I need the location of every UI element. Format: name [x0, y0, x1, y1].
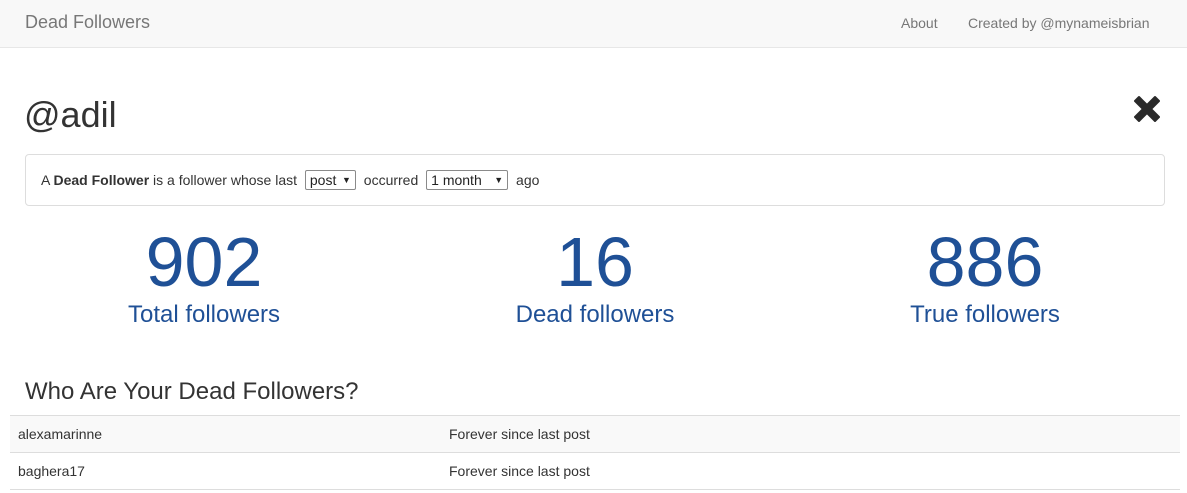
stat-true-value: 886: [926, 223, 1044, 301]
stat-total-value: 902: [145, 223, 263, 301]
definition-suffix: ago: [512, 172, 540, 188]
definition-term: Dead Follower: [53, 172, 150, 188]
table-row: alexamarinne Forever since last post: [10, 415, 1180, 453]
stat-dead-value: 16: [556, 223, 634, 301]
activity-select[interactable]: post ▼: [304, 170, 356, 190]
definition-prefix: A: [41, 172, 54, 188]
table-row: baghera17 Forever since last post: [10, 452, 1180, 490]
stat-dead-followers: 16 Dead followers: [405, 222, 785, 330]
stat-total-label: Total followers: [127, 301, 281, 328]
period-select[interactable]: 1 month ▼: [426, 170, 509, 190]
dead-followers-heading: Who Are Your Dead Followers?: [25, 378, 359, 405]
navbar: Dead Followers About Created by @mynamei…: [0, 0, 1187, 48]
chevron-down-icon: ▼: [494, 175, 504, 185]
stat-dead-label: Dead followers: [515, 301, 675, 328]
stat-total-followers: 902 Total followers: [14, 222, 394, 330]
definition-panel: A Dead Follower is a follower whose last…: [25, 154, 1165, 206]
page-title: @adil: [24, 94, 117, 135]
period-select-value: 1 month: [431, 172, 482, 188]
close-x-icon[interactable]: [1130, 92, 1164, 126]
nav-created-by-link[interactable]: Created by @mynameisbrian: [968, 14, 1150, 32]
chevron-down-icon: ▼: [341, 175, 351, 185]
follower-username: baghera17: [10, 452, 441, 490]
definition-occurred: occurred: [359, 172, 423, 188]
dead-followers-table: alexamarinne Forever since last post bag…: [10, 415, 1180, 490]
stat-true-label: True followers: [910, 301, 1060, 328]
stat-true-followers: 886 True followers: [795, 222, 1175, 330]
definition-middle: is a follower whose last: [149, 172, 301, 188]
nav-about-link[interactable]: About: [901, 14, 938, 32]
activity-select-value: post: [309, 172, 337, 188]
follower-status: Forever since last post: [441, 452, 1180, 490]
brand-link[interactable]: Dead Followers: [25, 12, 150, 32]
follower-username: alexamarinne: [10, 415, 441, 453]
follower-status: Forever since last post: [441, 415, 1180, 453]
